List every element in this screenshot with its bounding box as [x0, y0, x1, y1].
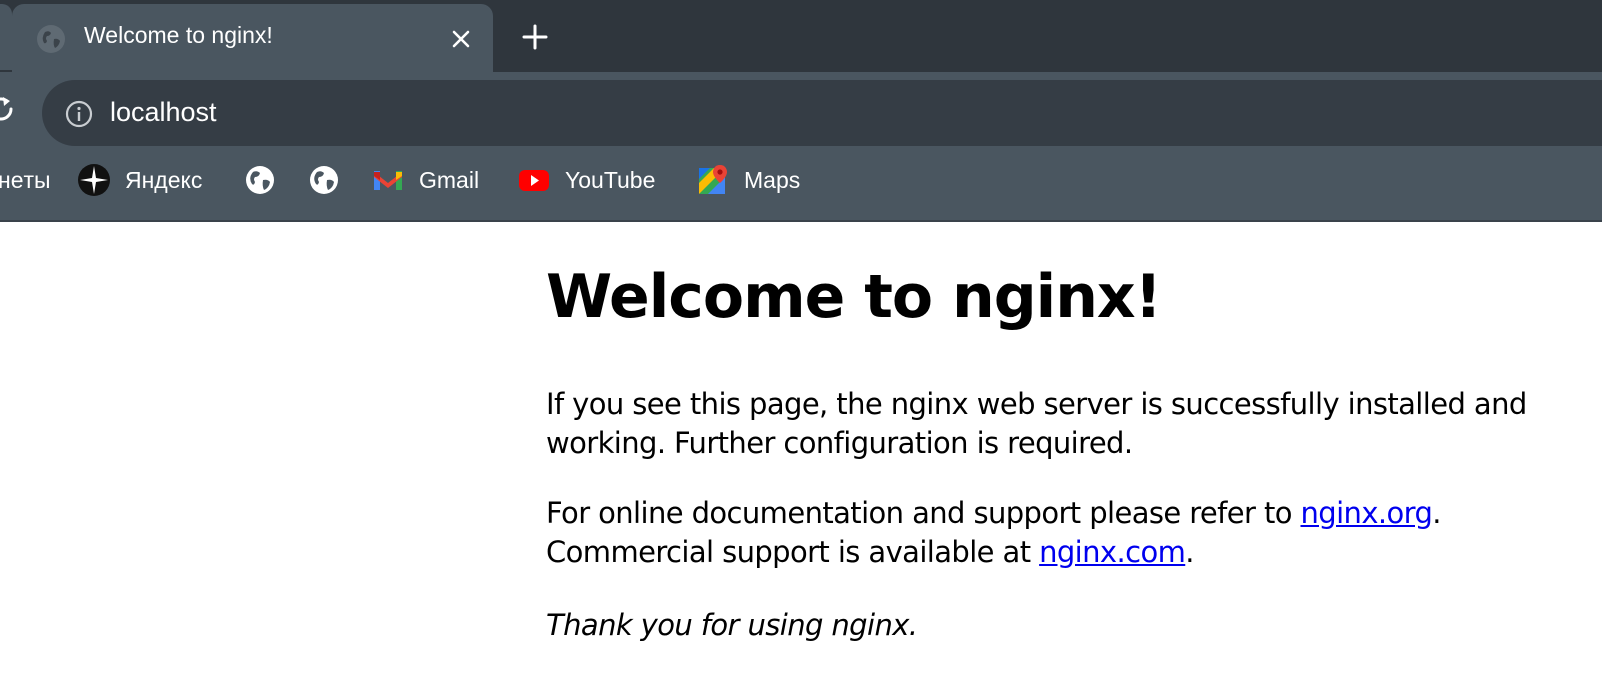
url-text[interactable]: localhost: [110, 97, 217, 128]
bookmark-globe-1[interactable]: [243, 162, 277, 198]
maps-icon: [699, 165, 727, 194]
bookmark-youtube[interactable]: YouTube: [517, 162, 655, 198]
page-viewport: Welcome to nginx! If you see this page, …: [0, 222, 1602, 680]
close-icon[interactable]: [448, 26, 474, 52]
thanks-text: Thank you for using nginx.: [546, 608, 918, 642]
intro-line-1: If you see this page, the nginx web serv…: [546, 387, 1527, 421]
support-paragraph: For online documentation and support ple…: [546, 494, 1441, 572]
nginx-com-link[interactable]: nginx.com: [1039, 535, 1186, 569]
bookmark-label: Maps: [744, 166, 801, 193]
active-tab[interactable]: Welcome to nginx!: [12, 4, 493, 72]
globe-icon: [310, 166, 338, 194]
globe-icon: [37, 25, 65, 53]
nginx-org-link[interactable]: nginx.org: [1301, 496, 1433, 530]
support-line-1-text: For online documentation and support ple…: [546, 496, 1301, 530]
page-title: Welcome to nginx!: [546, 262, 1162, 332]
bookmarks-bar: нeты Яндекс Gmail YouTube Maps: [0, 148, 1602, 222]
intro-paragraph: If you see this page, the nginx web serv…: [546, 385, 1527, 463]
support-line-1-period: .: [1432, 496, 1441, 530]
bookmark-folder-partial[interactable]: нeты: [0, 162, 51, 198]
intro-line-2: working. Further configuration is requir…: [546, 426, 1133, 460]
address-bar[interactable]: localhost: [42, 80, 1602, 146]
bookmark-label: YouTube: [565, 166, 656, 193]
bookmark-yandex[interactable]: Яндекс: [77, 162, 202, 198]
yandex-icon: [78, 164, 110, 196]
youtube-icon: [519, 170, 549, 191]
bookmark-label: нeты: [0, 166, 51, 193]
bookmark-label: Gmail: [419, 166, 480, 193]
reload-icon[interactable]: [0, 94, 16, 124]
plus-icon[interactable]: [518, 20, 552, 54]
info-icon[interactable]: [64, 99, 94, 129]
previous-tab-edge[interactable]: [0, 4, 12, 70]
support-line-2-text: Commercial support is available at: [546, 535, 1040, 569]
tab-title: Welcome to nginx!: [84, 22, 273, 48]
toolbar: localhost: [0, 72, 1602, 148]
support-line-2-period: .: [1185, 535, 1194, 569]
bookmark-maps[interactable]: Maps: [696, 162, 800, 198]
globe-icon: [246, 166, 274, 194]
bookmark-label: Яндекс: [125, 166, 203, 193]
bookmark-gmail[interactable]: Gmail: [371, 162, 479, 198]
bookmark-globe-2[interactable]: [307, 162, 341, 198]
gmail-icon: [374, 171, 402, 190]
tab-strip: Welcome to nginx!: [0, 0, 1602, 72]
